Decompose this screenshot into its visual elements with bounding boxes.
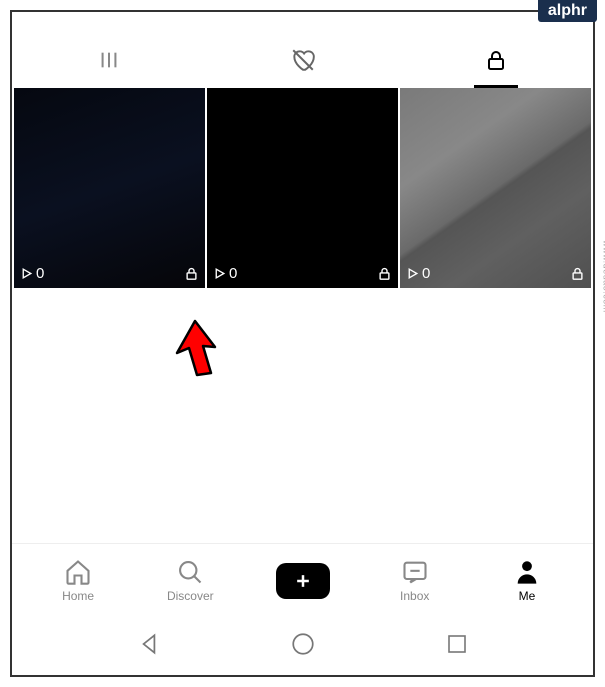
lock-icon — [377, 266, 392, 281]
alphr-badge: alphr — [538, 0, 597, 22]
play-icon — [213, 267, 226, 280]
tab-private[interactable] — [399, 32, 593, 88]
video-overlay: 0 — [20, 265, 199, 282]
bottom-nav: Home Discover Inbox Me — [12, 543, 593, 613]
inbox-icon — [401, 558, 429, 586]
nav-label: Me — [519, 589, 536, 603]
home-icon — [64, 558, 92, 586]
app-frame: 0 0 0 — [10, 10, 595, 677]
search-icon — [176, 558, 204, 586]
play-count: 0 — [20, 265, 44, 282]
play-icon — [406, 267, 419, 280]
play-count: 0 — [406, 265, 430, 282]
nav-label: Inbox — [400, 589, 429, 603]
home-system-icon[interactable] — [290, 631, 316, 657]
nav-discover[interactable]: Discover — [134, 558, 246, 603]
plus-icon — [293, 571, 313, 591]
person-icon — [513, 558, 541, 586]
video-overlay: 0 — [213, 265, 392, 282]
play-count-value: 0 — [229, 265, 237, 282]
back-icon[interactable] — [136, 631, 162, 657]
play-icon — [20, 267, 33, 280]
play-count-value: 0 — [36, 265, 44, 282]
lock-icon — [570, 266, 585, 281]
feed-icon — [98, 49, 120, 71]
recents-icon[interactable] — [445, 632, 469, 656]
lock-icon — [184, 266, 199, 281]
create-button[interactable] — [246, 563, 358, 599]
nav-home[interactable]: Home — [22, 558, 134, 603]
play-count-value: 0 — [422, 265, 430, 282]
nav-label: Discover — [167, 589, 214, 603]
annotation-arrow-icon — [167, 317, 222, 382]
play-count: 0 — [213, 265, 237, 282]
video-thumbnail[interactable]: 0 — [207, 88, 398, 288]
video-grid: 0 0 0 — [12, 88, 593, 288]
lock-icon — [484, 48, 508, 72]
video-thumbnail[interactable]: 0 — [14, 88, 205, 288]
nav-label: Home — [62, 589, 94, 603]
system-nav-bar — [12, 613, 593, 675]
heart-hidden-icon — [290, 47, 316, 73]
nav-inbox[interactable]: Inbox — [359, 558, 471, 603]
tab-liked[interactable] — [206, 32, 400, 88]
video-thumbnail[interactable]: 0 — [400, 88, 591, 288]
video-overlay: 0 — [406, 265, 585, 282]
tab-feed[interactable] — [12, 32, 206, 88]
nav-me[interactable]: Me — [471, 558, 583, 603]
content-tabs — [12, 32, 593, 88]
